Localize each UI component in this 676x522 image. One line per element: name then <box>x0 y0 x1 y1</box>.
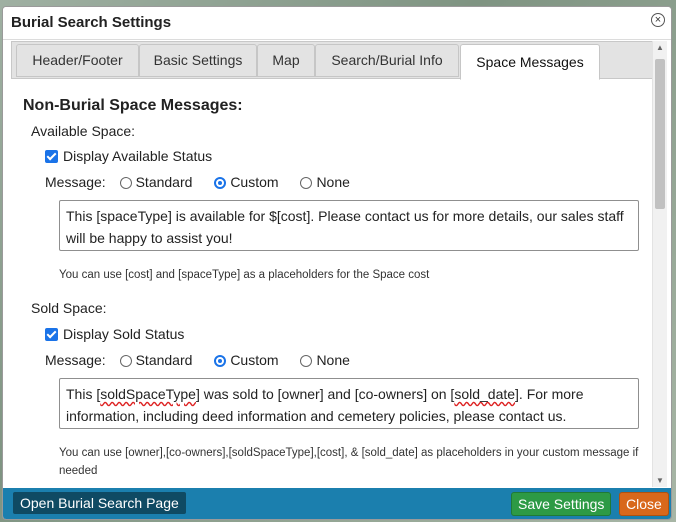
dialog-title: Burial Search Settings <box>11 14 172 31</box>
radio-none[interactable] <box>300 355 313 367</box>
sold-space-title: Sold Space: <box>31 300 107 316</box>
section-heading: Non-Burial Space Messages: <box>23 97 243 114</box>
dialog-footer: Open Burial Search Page Save Settings Cl… <box>3 488 671 519</box>
radio-custom[interactable] <box>214 177 227 189</box>
scroll-up-icon[interactable]: ▲ <box>656 43 664 52</box>
sold-option-custom[interactable]: Custom <box>214 352 279 368</box>
tab-content: Non-Burial Space Messages: Available Spa… <box>11 79 655 487</box>
display-available-checkbox[interactable] <box>45 150 58 163</box>
tab-map[interactable]: Map <box>257 44 315 77</box>
display-sold-label: Display Sold Status <box>63 326 185 342</box>
display-available-label: Display Available Status <box>63 148 213 164</box>
dialog-titlebar: Burial Search Settings × <box>3 7 671 40</box>
available-message-textarea[interactable]: This [spaceType] is available for $[cost… <box>59 200 639 251</box>
tab-header-footer[interactable]: Header/Footer <box>16 44 139 77</box>
open-burial-search-button[interactable]: Open Burial Search Page <box>13 492 186 514</box>
content-scrollbar[interactable]: ▲ ▼ <box>652 41 667 487</box>
settings-dialog: Burial Search Settings × Header/Footer B… <box>2 6 672 520</box>
tab-basic-settings[interactable]: Basic Settings <box>139 44 257 77</box>
tab-bar: Header/Footer Basic Settings Map Search/… <box>11 41 655 80</box>
tab-space-messages[interactable]: Space Messages <box>460 44 600 80</box>
scroll-down-icon[interactable]: ▼ <box>656 476 664 485</box>
radio-none[interactable] <box>300 177 313 189</box>
sold-message-textarea[interactable]: This [soldSpaceType] was sold to [owner]… <box>59 378 639 429</box>
sold-message-label: Message: <box>45 352 106 368</box>
radio-standard[interactable] <box>119 177 132 189</box>
available-option-standard[interactable]: Standard <box>119 174 192 190</box>
radio-standard[interactable] <box>119 355 132 367</box>
save-settings-button[interactable]: Save Settings <box>511 492 612 516</box>
available-hint: You can use [cost] and [spaceType] as a … <box>59 269 430 281</box>
display-sold-checkbox-row[interactable]: Display Sold Status <box>45 326 184 342</box>
sold-message-options: Message: Standard Custom None <box>45 352 356 368</box>
available-option-none[interactable]: None <box>300 174 350 190</box>
tab-search-burial-info[interactable]: Search/Burial Info <box>315 44 459 77</box>
available-space-title: Available Space: <box>31 123 136 139</box>
close-button[interactable]: Close <box>619 492 669 516</box>
radio-custom[interactable] <box>214 355 227 367</box>
close-icon[interactable]: × <box>651 13 665 27</box>
available-message-options: Message: Standard Custom None <box>45 174 356 190</box>
display-available-checkbox-row[interactable]: Display Available Status <box>45 148 212 164</box>
available-option-custom[interactable]: Custom <box>214 174 279 190</box>
available-message-label: Message: <box>45 174 106 190</box>
scroll-thumb[interactable] <box>655 59 665 209</box>
sold-option-none[interactable]: None <box>300 352 350 368</box>
display-sold-checkbox[interactable] <box>45 328 58 341</box>
sold-hint: You can use [owner],[co-owners],[soldSpa… <box>59 447 639 477</box>
sold-option-standard[interactable]: Standard <box>119 352 192 368</box>
